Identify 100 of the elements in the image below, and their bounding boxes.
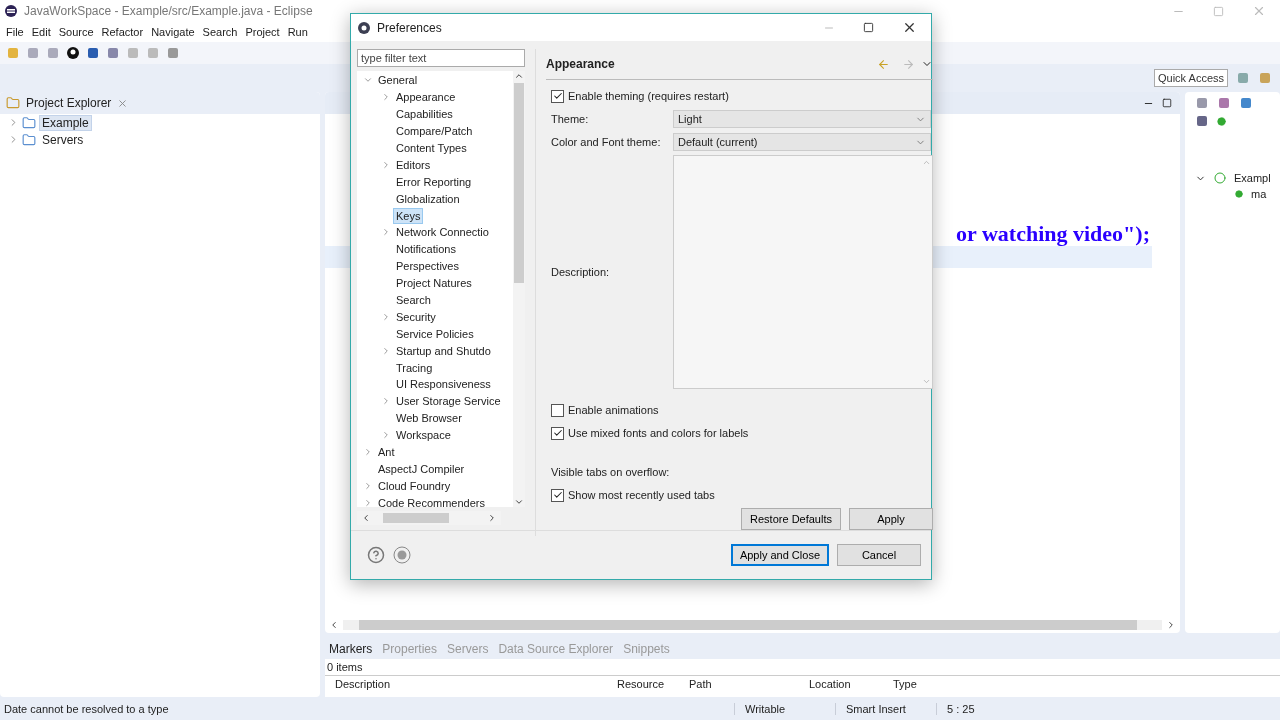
expand-icon[interactable] bbox=[381, 396, 391, 407]
tree-item[interactable]: Notifications bbox=[393, 241, 459, 258]
scroll-left-icon[interactable] bbox=[329, 620, 339, 630]
quick-access-field[interactable]: Quick Access bbox=[1154, 69, 1228, 87]
column-header[interactable]: Description bbox=[335, 676, 617, 690]
dropdown[interactable]: Default (current) bbox=[673, 133, 931, 151]
tree-item[interactable]: Servers bbox=[39, 131, 87, 148]
check-icon bbox=[552, 490, 563, 500]
checkbox-label: Enable animations bbox=[568, 404, 659, 416]
tree-item[interactable]: Appearance bbox=[393, 89, 459, 106]
tree-item[interactable]: User Storage Service bbox=[393, 393, 504, 410]
field-label: Color and Font theme: bbox=[551, 136, 662, 148]
checkbox-label: Use mixed fonts and colors for labels bbox=[568, 427, 749, 439]
tree-item[interactable]: Tracing bbox=[393, 359, 436, 376]
field-label: Description: bbox=[551, 266, 611, 278]
expand-icon[interactable] bbox=[363, 480, 373, 491]
expand-icon[interactable] bbox=[381, 159, 391, 170]
help-icon[interactable] bbox=[367, 546, 385, 564]
expand-icon[interactable] bbox=[381, 92, 391, 103]
expand-icon[interactable] bbox=[381, 345, 391, 356]
tree-item[interactable]: Perspectives bbox=[393, 258, 462, 275]
checkbox[interactable] bbox=[551, 403, 564, 417]
tree-item[interactable]: Network Connectio bbox=[393, 224, 492, 241]
menu-item[interactable]: Navigate bbox=[147, 26, 199, 38]
tree-item[interactable]: Service Policies bbox=[393, 325, 477, 342]
class-icon bbox=[1214, 172, 1226, 184]
scrollbar-thumb[interactable] bbox=[359, 620, 1138, 630]
page-button[interactable]: Apply bbox=[849, 508, 933, 530]
column-header[interactable]: Type bbox=[893, 676, 973, 690]
dialog-button[interactable]: Apply and Close bbox=[730, 544, 829, 566]
menu-item[interactable]: Run bbox=[283, 26, 312, 38]
column-header[interactable]: Path bbox=[689, 676, 809, 690]
scroll-down-icon[interactable] bbox=[514, 497, 524, 507]
page-button[interactable]: Restore Defaults bbox=[741, 508, 841, 530]
tree-item[interactable]: AspectJ Compiler bbox=[375, 460, 468, 477]
section-label: Visible tabs on overflow: bbox=[551, 466, 670, 478]
status-position: 5 : 25 bbox=[936, 702, 1017, 715]
dialog-button[interactable]: Cancel bbox=[837, 544, 921, 566]
tree-item[interactable]: General bbox=[375, 72, 421, 89]
expand-icon[interactable] bbox=[363, 497, 373, 507]
outline-method[interactable]: ma bbox=[1251, 188, 1267, 200]
tree-item[interactable]: Globalization bbox=[393, 190, 463, 207]
tree-item[interactable]: Web Browser bbox=[393, 410, 465, 427]
tree-item[interactable]: Cloud Foundry bbox=[375, 477, 454, 494]
panel-tab[interactable]: Markers bbox=[329, 642, 373, 656]
maximize-icon[interactable] bbox=[1162, 98, 1172, 108]
tree-item[interactable]: Compare/Patch bbox=[393, 123, 476, 140]
record-icon[interactable] bbox=[393, 546, 411, 564]
checkbox-label: Show most recently used tabs bbox=[568, 489, 715, 501]
tree-item[interactable]: Example bbox=[39, 114, 92, 131]
menu-item[interactable]: Source bbox=[54, 26, 98, 38]
tree-item[interactable]: UI Responsiveness bbox=[393, 376, 494, 393]
scrollbar-thumb[interactable] bbox=[383, 513, 449, 523]
scroll-left-icon[interactable] bbox=[361, 513, 371, 523]
checkbox[interactable] bbox=[551, 488, 564, 502]
back-icon[interactable] bbox=[877, 57, 890, 71]
checkbox[interactable] bbox=[551, 89, 564, 103]
dot-icon[interactable] bbox=[1217, 116, 1226, 126]
column-header[interactable]: Location bbox=[809, 676, 893, 690]
tree-item[interactable]: Capabilities bbox=[393, 106, 456, 123]
expand-icon[interactable] bbox=[381, 430, 391, 441]
restore-icon[interactable] bbox=[1213, 5, 1224, 17]
menu-item[interactable]: Project bbox=[241, 26, 284, 38]
tree-item[interactable]: Project Natures bbox=[393, 275, 475, 292]
scroll-right-icon[interactable] bbox=[1166, 620, 1176, 630]
tree-item[interactable]: Ant bbox=[375, 444, 398, 461]
filter-field[interactable]: type filter text bbox=[357, 49, 525, 67]
tree-item[interactable]: Security bbox=[393, 308, 439, 325]
dropdown[interactable]: Light bbox=[673, 110, 931, 128]
scroll-right-icon[interactable] bbox=[487, 513, 497, 523]
maximize-icon[interactable] bbox=[863, 22, 874, 33]
menu-item[interactable]: Edit bbox=[27, 26, 55, 38]
scroll-up-icon[interactable] bbox=[514, 71, 524, 81]
expand-icon[interactable] bbox=[381, 227, 391, 238]
page-title: Appearance bbox=[546, 57, 615, 71]
tree-item[interactable]: Startup and Shutdo bbox=[393, 342, 494, 359]
menu-item[interactable]: Refactor bbox=[97, 26, 148, 38]
tree-item[interactable]: Keys bbox=[393, 207, 424, 224]
menu-item[interactable]: Search bbox=[198, 26, 242, 38]
scrollbar-thumb[interactable] bbox=[514, 83, 524, 283]
panel-title[interactable]: Project Explorer bbox=[26, 96, 112, 110]
menu-item[interactable]: File bbox=[2, 26, 28, 38]
gear-icon bbox=[357, 20, 371, 35]
outline-class[interactable]: Exampl bbox=[1234, 172, 1271, 184]
tree-item[interactable]: Editors bbox=[393, 156, 434, 173]
forward-icon[interactable] bbox=[902, 57, 915, 71]
tree-item[interactable]: Error Reporting bbox=[393, 173, 475, 190]
column-header[interactable]: Resource bbox=[617, 676, 689, 690]
checkbox[interactable] bbox=[551, 426, 564, 440]
expand-icon[interactable] bbox=[381, 311, 391, 322]
tree-item[interactable]: Content Types bbox=[393, 140, 470, 156]
close-icon[interactable] bbox=[902, 20, 917, 35]
checkbox-label: Enable theming (requires restart) bbox=[568, 90, 729, 102]
status-mode: Writable bbox=[734, 702, 835, 715]
expand-icon[interactable] bbox=[363, 447, 373, 458]
person-icon[interactable] bbox=[66, 46, 80, 60]
code-line: or watching video"); bbox=[956, 221, 1150, 247]
tree-item[interactable]: Search bbox=[393, 292, 434, 308]
tree-item[interactable]: Workspace bbox=[393, 427, 454, 444]
tree-item[interactable]: Code Recommenders bbox=[375, 494, 488, 507]
